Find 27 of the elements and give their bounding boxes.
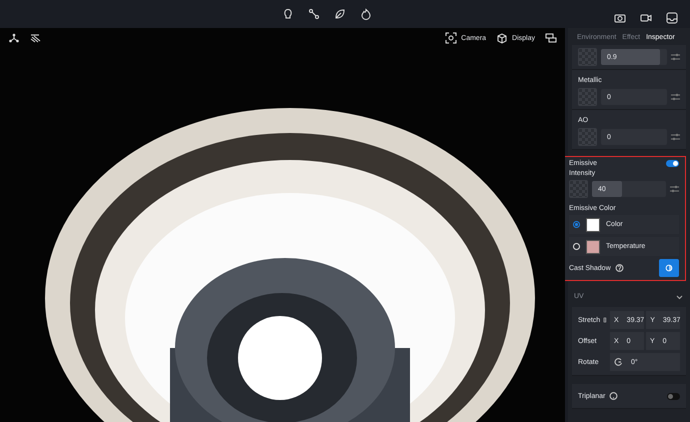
adjust-icon[interactable] bbox=[671, 93, 680, 101]
cube-icon bbox=[496, 32, 508, 44]
help-icon[interactable] bbox=[609, 392, 618, 400]
help-icon[interactable] bbox=[614, 264, 624, 272]
layers-icon[interactable] bbox=[545, 32, 557, 44]
color-swatch[interactable] bbox=[586, 218, 600, 232]
tray-icon[interactable] bbox=[666, 12, 678, 24]
cast-shadow-button[interactable] bbox=[659, 259, 679, 277]
focus-frame-icon bbox=[445, 32, 458, 44]
adjust-icon[interactable] bbox=[670, 185, 679, 193]
adjust-icon[interactable] bbox=[671, 53, 680, 61]
light-bulb-icon[interactable] bbox=[282, 8, 294, 20]
chevron-down-icon[interactable] bbox=[675, 293, 684, 301]
hatch-brush-icon[interactable] bbox=[30, 32, 42, 44]
shadow-icon bbox=[665, 264, 673, 272]
rotate-icon bbox=[614, 358, 623, 366]
toggle-switch[interactable] bbox=[667, 392, 680, 400]
adjust-icon[interactable] bbox=[671, 133, 680, 141]
radio-button[interactable] bbox=[573, 221, 580, 228]
color-swatch[interactable] bbox=[586, 240, 600, 254]
leaf-icon[interactable] bbox=[334, 8, 346, 20]
connection-icon[interactable] bbox=[308, 8, 320, 20]
axis-gizmo-icon[interactable] bbox=[8, 32, 20, 44]
video-icon[interactable] bbox=[640, 12, 652, 24]
flame-icon[interactable] bbox=[360, 8, 372, 20]
toggle-switch[interactable] bbox=[666, 160, 679, 167]
camera-icon[interactable] bbox=[614, 12, 626, 24]
